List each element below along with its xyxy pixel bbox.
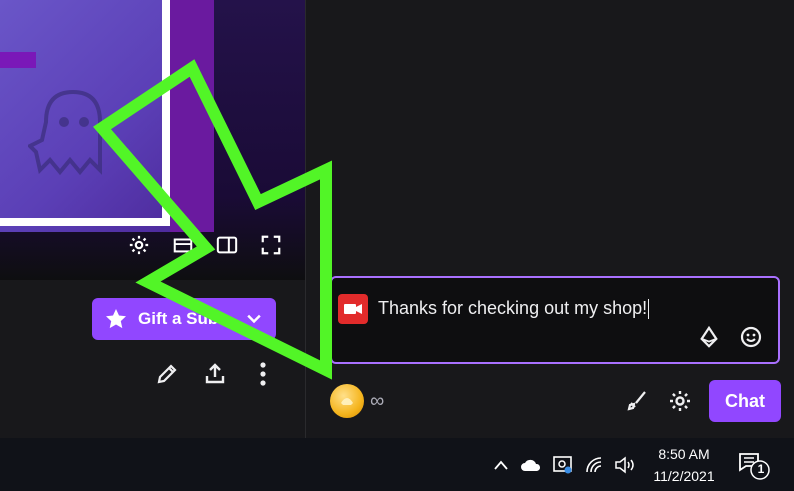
- clock-date: 11/2/2021: [653, 468, 715, 484]
- sword-icon[interactable]: [622, 386, 652, 416]
- meet-now-icon[interactable]: [550, 452, 576, 478]
- thumbnail-stripe: [170, 0, 214, 232]
- onedrive-cloud-icon[interactable]: [518, 452, 544, 478]
- chevron-up-icon[interactable]: [488, 452, 514, 478]
- chat-input[interactable]: Thanks for checking out my shop!: [330, 276, 780, 364]
- bits-icon[interactable]: [696, 324, 722, 350]
- channel-points-count: ∞: [370, 390, 385, 412]
- taskbar-clock[interactable]: 8:50 AM 11/2/2021: [642, 443, 726, 487]
- more-vertical-icon[interactable]: [248, 358, 278, 390]
- chat-settings-icon[interactable]: [665, 386, 695, 416]
- ghost-icon: [28, 89, 102, 176]
- wifi-icon[interactable]: [583, 452, 609, 478]
- fullscreen-icon[interactable]: [256, 232, 286, 258]
- chat-input-text: Thanks for checking out my shop!: [378, 298, 650, 320]
- player-controls: [124, 232, 286, 258]
- gift-sub-button[interactable]: Gift a Sub: [92, 298, 276, 340]
- gear-icon[interactable]: [124, 232, 154, 258]
- youtube-icon: [338, 294, 368, 324]
- volume-icon[interactable]: [612, 452, 638, 478]
- stream-thumbnail: [0, 0, 214, 232]
- notification-count: 1: [757, 462, 765, 476]
- chat-panel: [306, 0, 794, 438]
- chat-send-button[interactable]: Chat: [709, 380, 781, 422]
- thumbnail-bar: [0, 52, 36, 68]
- pencil-icon[interactable]: [152, 358, 182, 390]
- clock-time: 8:50 AM: [658, 446, 710, 462]
- star-icon: [106, 309, 126, 329]
- clip-icon[interactable]: [168, 232, 198, 258]
- text-caret: [648, 299, 650, 320]
- chevron-down-icon[interactable]: [244, 309, 264, 329]
- channel-actions: [152, 358, 278, 390]
- emote-icon[interactable]: [738, 324, 764, 350]
- channel-points-icon[interactable]: [330, 384, 364, 418]
- video-player[interactable]: [0, 0, 305, 280]
- share-icon[interactable]: [200, 358, 230, 390]
- notification-icon[interactable]: 1: [736, 448, 776, 484]
- theatre-mode-icon[interactable]: [212, 232, 242, 258]
- gift-sub-label: Gift a Sub: [138, 309, 219, 328]
